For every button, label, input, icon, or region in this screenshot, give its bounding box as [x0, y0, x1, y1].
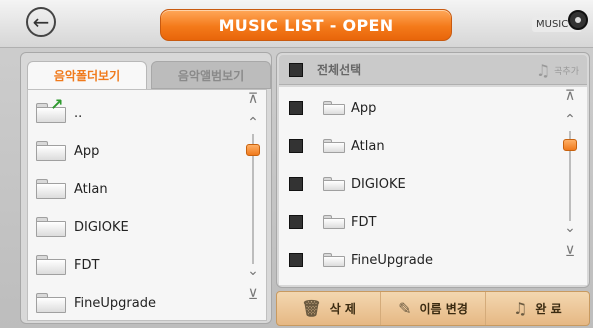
scroll-bottom-icon[interactable]: ⊻	[242, 288, 264, 306]
top-bar: ← MUSIC LIST - OPEN MUSIC	[0, 0, 593, 48]
folder-icon	[36, 217, 66, 237]
scroll-thumb[interactable]	[246, 144, 260, 156]
scroll-down-icon[interactable]: ⌄	[242, 264, 264, 282]
folder-icon	[323, 139, 345, 153]
pencil-icon: ✎	[398, 299, 412, 318]
list-item-label: FineUpgrade	[351, 252, 433, 268]
scroll-track[interactable]	[563, 131, 577, 221]
selection-list-scrollbar[interactable]: ⊼ ⌃ ⌄ ⊻	[559, 89, 581, 283]
folder-list: ↗ .. App Atlan DIGIOKE FDT FineUpgrade ⊼…	[27, 89, 267, 321]
trash-icon: 🗑	[301, 299, 322, 318]
selection-list: App Atlan DIGIOKE FDT FineUpgrade ⊼ ⌃ ⌄ …	[279, 87, 587, 285]
item-checkbox[interactable]	[289, 101, 303, 115]
scroll-thumb[interactable]	[563, 139, 577, 151]
list-item[interactable]: Atlan	[28, 170, 238, 208]
folder-icon	[323, 101, 345, 115]
select-all-row[interactable]: 전체선택 ♫ 곡추가	[279, 55, 587, 85]
scroll-top-icon[interactable]: ⊼	[559, 89, 581, 107]
list-item[interactable]: FineUpgrade	[279, 241, 549, 279]
scroll-top-icon[interactable]: ⊼	[242, 92, 264, 110]
list-item[interactable]: FineUpgrade	[28, 284, 238, 322]
list-item-label: FDT	[351, 214, 377, 230]
item-checkbox[interactable]	[289, 177, 303, 191]
select-all-label: 전체선택	[317, 63, 362, 77]
list-item[interactable]: App	[28, 132, 238, 170]
disc-icon	[568, 10, 589, 30]
folder-icon	[323, 215, 345, 229]
action-bar: 🗑 삭 제 ✎ 이름 변경 ♫ 완 료	[276, 291, 590, 326]
scroll-down-icon[interactable]: ⌄	[559, 221, 581, 239]
list-item-label: FDT	[74, 257, 100, 273]
item-checkbox[interactable]	[289, 215, 303, 229]
back-arrow-icon[interactable]: ←	[26, 7, 56, 37]
folder-icon	[36, 141, 66, 161]
list-item-parent-folder[interactable]: ↗ ..	[28, 94, 238, 132]
folder-icon	[36, 255, 66, 275]
item-checkbox[interactable]	[289, 139, 303, 153]
folder-icon	[323, 177, 345, 191]
done-button[interactable]: ♫ 완 료	[486, 292, 589, 325]
folder-list-scrollbar[interactable]: ⊼ ⌃ ⌄ ⊻	[242, 92, 264, 318]
scroll-bottom-icon[interactable]: ⊻	[559, 245, 581, 263]
scroll-track[interactable]	[246, 134, 260, 264]
add-song-label: 곡추가	[554, 67, 579, 77]
view-tabs: 음악폴더보기 음악앨범보기	[27, 57, 271, 89]
list-item[interactable]: App	[279, 89, 549, 127]
list-item[interactable]: DIGIOKE	[28, 208, 238, 246]
folder-icon	[323, 253, 345, 267]
folder-browser-panel: 음악폴더보기 음악앨범보기 ↗ .. App Atlan DIGIOKE FDT…	[20, 52, 272, 324]
music-note-plus-icon: ♫	[535, 61, 551, 80]
tab-music-folders[interactable]: 음악폴더보기	[27, 61, 147, 89]
list-item[interactable]: FDT	[28, 246, 238, 284]
music-mode-badge[interactable]: MUSIC	[532, 10, 589, 34]
list-item-label: FineUpgrade	[74, 295, 156, 311]
list-item-label: Atlan	[74, 181, 108, 197]
done-label: 완 료	[535, 302, 562, 316]
folder-icon	[36, 179, 66, 199]
list-item-label: App	[74, 143, 100, 159]
delete-label: 삭 제	[329, 302, 356, 316]
list-item[interactable]: DIGIOKE	[279, 165, 549, 203]
folder-up-icon: ↗	[36, 95, 66, 123]
list-item-label: Atlan	[351, 138, 385, 154]
rename-label: 이름 변경	[419, 302, 468, 316]
list-item-label: App	[351, 100, 377, 116]
folder-icon	[36, 293, 66, 313]
add-song-button[interactable]: ♫ 곡추가	[536, 61, 579, 80]
rename-button[interactable]: ✎ 이름 변경	[381, 292, 486, 325]
delete-button[interactable]: 🗑 삭 제	[277, 292, 382, 325]
music-note-icon: ♫	[513, 299, 528, 318]
list-item-label: ..	[74, 105, 83, 121]
list-item-label: DIGIOKE	[74, 219, 129, 235]
tab-music-albums[interactable]: 음악앨범보기	[151, 61, 271, 89]
scroll-up-icon[interactable]: ⌃	[559, 113, 581, 131]
page-title: MUSIC LIST - OPEN	[160, 9, 452, 41]
list-item-label: DIGIOKE	[351, 176, 406, 192]
list-item[interactable]: FDT	[279, 203, 549, 241]
list-item[interactable]: Atlan	[279, 127, 549, 165]
selection-panel: 전체선택 ♫ 곡추가 App Atlan DIGIOKE FDT FineUpg…	[276, 52, 590, 288]
item-checkbox[interactable]	[289, 253, 303, 267]
scroll-up-icon[interactable]: ⌃	[242, 116, 264, 134]
select-all-checkbox[interactable]	[289, 62, 303, 77]
